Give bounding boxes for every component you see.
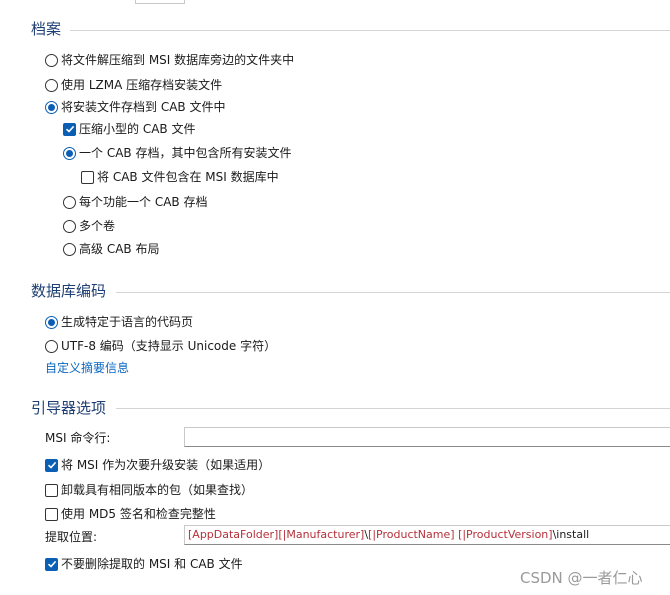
option-label: 将 CAB 文件包含在 MSI 数据库中 <box>97 170 279 184</box>
radio-button-selected[interactable] <box>63 146 76 160</box>
radio-button[interactable] <box>45 78 58 92</box>
path-token: [|ProductVersion] <box>458 528 553 541</box>
section-title-archive: 档案 <box>31 20 62 38</box>
option-label: 将文件解压缩到 MSI 数据库旁边的文件夹中 <box>61 53 295 67</box>
radio-one-cab[interactable]: 一个 CAB 存档，其中包含所有安装文件 <box>63 144 291 162</box>
custom-summary-link[interactable]: 自定义摘要信息 <box>45 359 129 377</box>
checkbox[interactable] <box>45 507 58 521</box>
radio-button[interactable] <box>45 53 58 67</box>
checkbox-checked[interactable] <box>63 122 76 136</box>
option-label: 使用 LZMA 压缩存档安装文件 <box>61 78 223 92</box>
msi-cmdline-label: MSI 命令行: <box>45 431 111 445</box>
checkbox-checked[interactable] <box>45 458 58 472</box>
section-title-bootstrapper: 引导器选项 <box>31 399 107 417</box>
radio-lzma[interactable]: 使用 LZMA 压缩存档安装文件 <box>45 76 222 94</box>
watermark: CSDN @一者仁心 <box>520 569 643 587</box>
path-token: [|ProductName] <box>368 528 455 541</box>
option-label: 压缩小型的 CAB 文件 <box>79 122 196 136</box>
checkbox[interactable] <box>81 170 94 184</box>
option-label: UTF-8 编码（支持显示 Unicode 字符） <box>61 339 277 353</box>
option-label: 将 MSI 作为次要升级安装（如果适用） <box>61 458 271 472</box>
radio-cab[interactable]: 将安装文件存档到 CAB 文件中 <box>45 98 225 116</box>
radio-button[interactable] <box>63 219 76 233</box>
checkbox-md5[interactable]: 使用 MD5 签名和检查完整性 <box>45 505 216 523</box>
check-icon <box>47 560 56 568</box>
checkbox-compress-small[interactable]: 压缩小型的 CAB 文件 <box>63 120 195 138</box>
section-divider <box>70 30 670 31</box>
checkbox-embed-cab[interactable]: 将 CAB 文件包含在 MSI 数据库中 <box>81 168 279 186</box>
extract-location-input[interactable]: [AppDataFolder][|Manufacturer]\[|Product… <box>184 525 670 545</box>
radio-multi-volume[interactable]: 多个卷 <box>63 217 115 235</box>
option-label: 生成特定于语言的代码页 <box>61 315 194 329</box>
checkbox-minor-upgrade[interactable]: 将 MSI 作为次要升级安装（如果适用） <box>45 456 270 474</box>
msi-cmdline-input[interactable] <box>184 427 670 447</box>
option-label: 每个功能一个 CAB 存档 <box>79 195 208 209</box>
radio-utf8[interactable]: UTF-8 编码（支持显示 Unicode 字符） <box>45 337 276 355</box>
radio-lang-codepage[interactable]: 生成特定于语言的代码页 <box>45 313 193 331</box>
radio-advanced-cab[interactable]: 高级 CAB 布局 <box>63 240 159 258</box>
checkbox-checked[interactable] <box>45 557 58 571</box>
option-label: 不要删除提取的 MSI 和 CAB 文件 <box>61 557 243 571</box>
radio-button-selected[interactable] <box>45 100 58 114</box>
top-field-edge <box>135 0 185 4</box>
option-label: 使用 MD5 签名和检查完整性 <box>61 507 216 521</box>
radio-button-selected[interactable] <box>45 315 58 329</box>
option-label: 高级 CAB 布局 <box>79 242 160 256</box>
section-title-db-encoding: 数据库编码 <box>31 282 107 300</box>
checkbox-uninstall-same[interactable]: 卸载具有相同版本的包（如果查找） <box>45 481 253 499</box>
radio-extract-next-to-msi[interactable]: 将文件解压缩到 MSI 数据库旁边的文件夹中 <box>45 51 294 69</box>
radio-button[interactable] <box>63 195 76 209</box>
option-label: 将安装文件存档到 CAB 文件中 <box>61 100 226 114</box>
checkbox-keep-extracted[interactable]: 不要删除提取的 MSI 和 CAB 文件 <box>45 555 243 573</box>
path-text: \install <box>552 528 590 541</box>
option-label: 多个卷 <box>79 219 116 233</box>
checkbox[interactable] <box>45 483 58 497</box>
section-divider <box>116 408 670 409</box>
option-label: 卸载具有相同版本的包（如果查找） <box>61 483 254 497</box>
path-token: [AppDataFolder] <box>188 528 279 541</box>
check-icon <box>65 125 74 133</box>
check-icon <box>47 461 56 469</box>
radio-button[interactable] <box>63 242 76 256</box>
radio-button[interactable] <box>45 339 58 353</box>
option-label: 一个 CAB 存档，其中包含所有安装文件 <box>79 146 292 160</box>
section-divider <box>116 292 670 293</box>
extract-location-label: 提取位置: <box>45 530 98 544</box>
path-token: [|Manufacturer] <box>278 528 365 541</box>
radio-per-feature[interactable]: 每个功能一个 CAB 存档 <box>63 193 207 211</box>
